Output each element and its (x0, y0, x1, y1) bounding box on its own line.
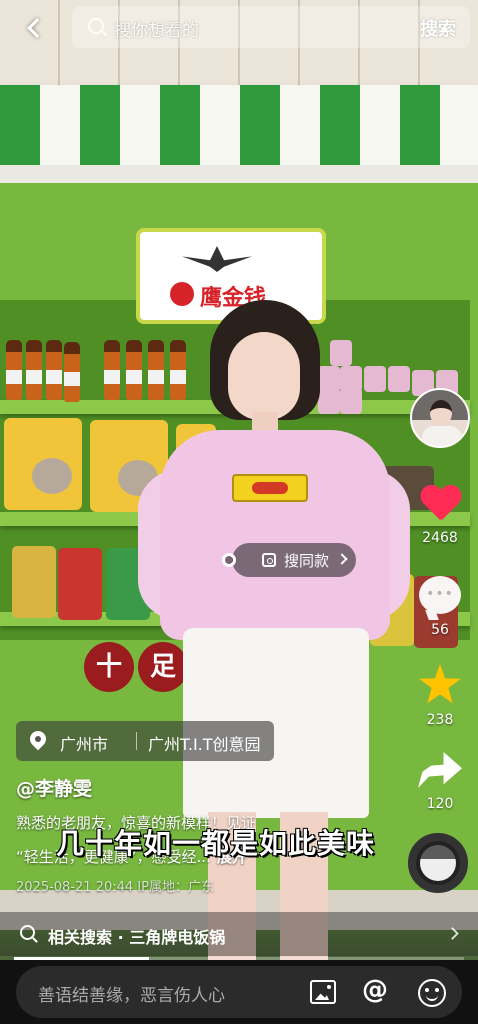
comment-button[interactable]: 56 (410, 576, 470, 638)
avatar-face (430, 400, 452, 426)
eagle-logo-icon (182, 246, 252, 272)
favorite-count: 238 (426, 712, 454, 728)
fish-can-product (232, 474, 308, 502)
comment-input[interactable]: 善语结善缘，恶言伤人心 @ (16, 966, 462, 1018)
search-button[interactable]: 搜索 (420, 15, 456, 41)
like-button[interactable]: 2468 (410, 486, 470, 546)
back-button[interactable] (18, 12, 50, 44)
chevron-right-icon (336, 553, 348, 565)
like-count: 2468 (422, 530, 458, 546)
sauce-bottle (6, 340, 22, 400)
location-place: 广州T.I.T创意园 (148, 735, 261, 754)
product-tag-dot (222, 553, 236, 567)
snack-pack (58, 548, 102, 620)
sauce-bottle (104, 340, 120, 400)
location-chip[interactable]: 广州市 广州T.I.T创意园 (16, 721, 274, 761)
product-can (388, 366, 410, 392)
at-icon[interactable]: @ (362, 975, 388, 1005)
find-same-product-chip[interactable]: 搜同款 (222, 543, 356, 577)
comment-icon (419, 576, 461, 614)
comment-placeholder: 善语结善缘，恶言伤人心 (38, 986, 225, 1006)
heart-icon (420, 486, 460, 522)
search-box[interactable]: 搜你想看的 搜索 (72, 6, 470, 48)
comment-bar: 善语结善缘，恶言伤人心 @ (0, 960, 478, 1024)
top-bar: 搜你想看的 搜索 (0, 0, 478, 56)
favorite-button[interactable]: 238 (410, 664, 470, 728)
related-search-label: 相关搜索 · 三角牌电饭锅 (48, 928, 226, 947)
author-avatar[interactable] (410, 388, 470, 448)
product-chip-label: 搜同款 (284, 552, 330, 570)
author-name[interactable]: @李静雯 (16, 774, 92, 801)
striped-awning (0, 85, 478, 170)
location-pin-icon (26, 727, 50, 751)
emoji-icon[interactable] (418, 979, 446, 1007)
back-arrow-icon (27, 18, 47, 38)
search-icon (20, 925, 35, 940)
image-icon[interactable] (310, 980, 336, 1004)
share-button[interactable]: 120 (410, 752, 470, 812)
product-can (330, 340, 352, 366)
post-meta: 2025-08-21 20:44 IP属地：广东 (16, 880, 214, 895)
comment-count: 56 (431, 622, 449, 638)
location-city: 广州市 (60, 735, 109, 754)
star-icon (419, 664, 461, 704)
video-frame[interactable]: 鹰金钱 十 足 (0, 0, 478, 1024)
banner-character: 足 (138, 642, 188, 692)
sauce-bottle (126, 340, 142, 400)
snack-bag (4, 418, 82, 510)
share-count: 120 (426, 796, 454, 812)
brand-sign: 鹰金钱 (136, 228, 326, 324)
search-icon (88, 18, 104, 34)
scan-icon (262, 553, 276, 567)
video-subtitle: 几十年如一都是如此美味 (56, 827, 376, 860)
product-can (318, 388, 340, 414)
music-cover (420, 845, 456, 881)
awning-edge (0, 165, 478, 183)
sauce-bottle (64, 342, 80, 402)
presenter-face (228, 332, 300, 420)
product-can (364, 366, 386, 392)
location-divider (136, 732, 137, 750)
snack-pack (12, 546, 56, 618)
sauce-bottle (148, 340, 164, 400)
sauce-bottle (170, 340, 186, 400)
search-placeholder: 搜你想看的 (114, 21, 199, 41)
banner-character: 十 (84, 642, 134, 692)
avatar-body (422, 426, 462, 446)
share-icon (418, 752, 462, 788)
coin-logo-icon (170, 282, 194, 306)
sauce-bottle (26, 340, 42, 400)
sauce-bottle (46, 340, 62, 400)
product-can (340, 388, 362, 414)
presenter-blouse (160, 430, 390, 640)
chevron-right-icon (446, 927, 459, 940)
music-disc[interactable] (408, 833, 468, 893)
related-search-bar[interactable]: 相关搜索 · 三角牌电饭锅 (0, 912, 478, 956)
